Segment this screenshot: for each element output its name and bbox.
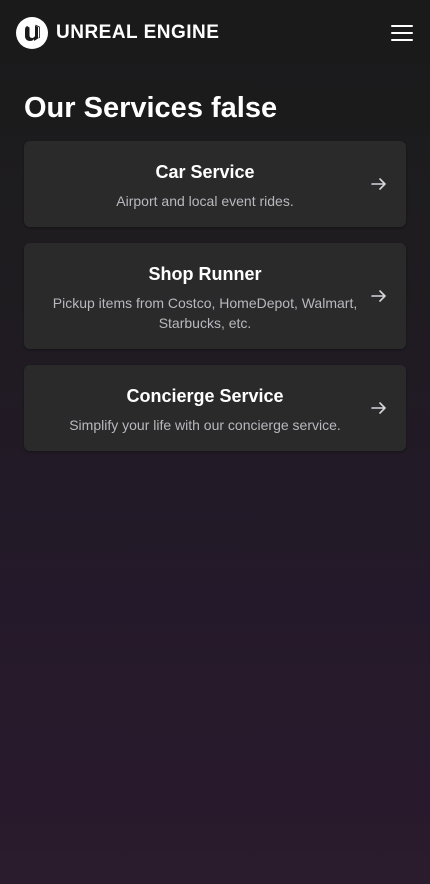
service-card-concierge-service[interactable]: Concierge Service Simplify your life wit… (24, 365, 406, 451)
logo[interactable]: UNREAL ENGINE (16, 17, 219, 49)
service-card-title: Concierge Service (126, 386, 284, 406)
service-card-content: Car Service Airport and local event ride… (40, 161, 370, 211)
page-title: Our Services false (24, 92, 278, 124)
hamburger-menu-icon (391, 25, 413, 41)
service-card-car-service[interactable]: Car Service Airport and local event ride… (24, 141, 406, 227)
service-card-description: Simplify your life with our concierge se… (69, 417, 341, 433)
arrow-right-icon (371, 402, 386, 414)
hamburger-menu-button[interactable] (387, 20, 417, 46)
arrow-right-icon (371, 290, 386, 302)
logo-text: UNREAL ENGINE (56, 22, 220, 43)
service-card-description: Airport and local event rides. (116, 193, 294, 209)
service-card-title: Shop Runner (148, 264, 262, 284)
service-card-shop-runner[interactable]: Shop Runner Pickup items from Costco, Ho… (24, 243, 406, 349)
unreal-engine-logo-icon (16, 17, 48, 49)
service-card-content: Shop Runner Pickup items from Costco, Ho… (40, 263, 370, 333)
service-card-content: Concierge Service Simplify your life wit… (40, 385, 370, 435)
service-card-description: Pickup items from Costco, HomeDepot, Wal… (52, 295, 358, 331)
app-header: UNREAL ENGINE (0, 0, 430, 66)
arrow-right-icon (371, 178, 386, 190)
service-card-title: Car Service (155, 162, 255, 182)
